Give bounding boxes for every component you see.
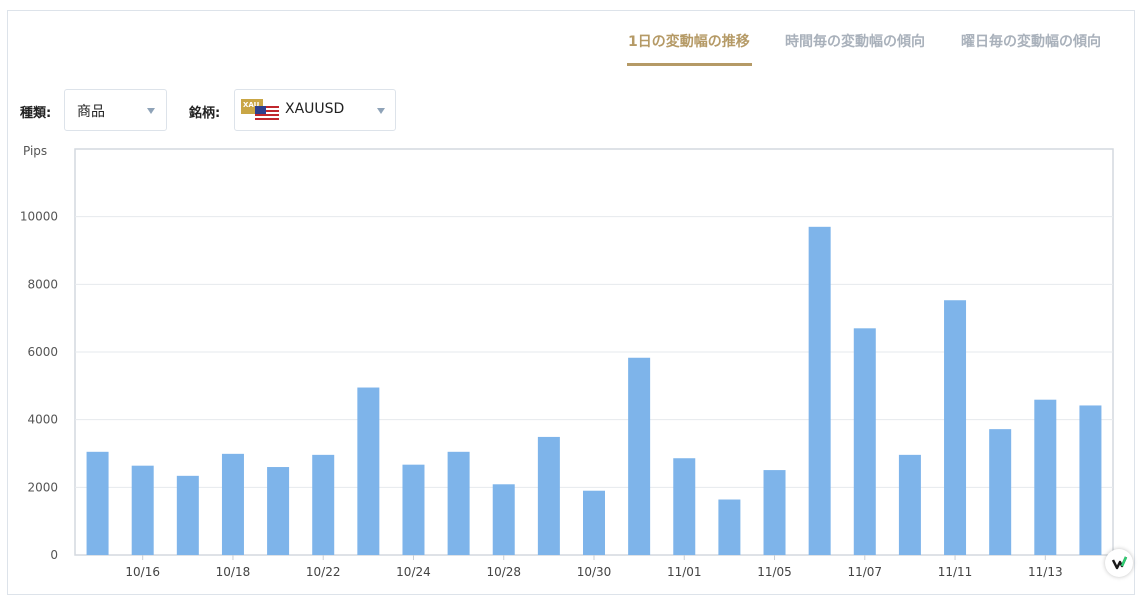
bar[interactable] xyxy=(853,328,876,555)
bar[interactable] xyxy=(131,465,154,555)
y-tick-label: 4000 xyxy=(27,413,58,427)
bar[interactable] xyxy=(537,436,560,555)
bar[interactable] xyxy=(989,429,1012,555)
bar[interactable] xyxy=(673,458,696,555)
x-tick-label: 11/11 xyxy=(938,565,973,579)
bar[interactable] xyxy=(944,300,967,555)
bar[interactable] xyxy=(583,490,605,555)
bar[interactable] xyxy=(808,226,831,556)
bar[interactable] xyxy=(763,470,786,555)
bar[interactable] xyxy=(492,484,515,555)
bar[interactable] xyxy=(267,467,290,555)
bar[interactable] xyxy=(176,475,199,555)
bar-chart: 0 2000 4000 6000 8000 10000 10/16 10/18 10/22 10/… xyxy=(20,148,1114,579)
bar[interactable] xyxy=(628,357,651,555)
y-tick-label: 0 xyxy=(50,548,58,562)
x-tick-label: 11/05 xyxy=(757,565,792,579)
bar[interactable] xyxy=(402,464,425,555)
x-tick-label: 11/13 xyxy=(1028,565,1063,579)
bar[interactable] xyxy=(447,451,470,555)
bar[interactable] xyxy=(1079,405,1102,555)
tradingview-logo[interactable] xyxy=(1105,549,1133,577)
x-tick-label: 11/01 xyxy=(667,565,702,579)
bar[interactable] xyxy=(312,454,335,555)
y-tick-label: 8000 xyxy=(27,277,58,291)
x-tick-label: 10/24 xyxy=(396,565,431,579)
bar[interactable] xyxy=(718,499,741,555)
y-tick-label: 6000 xyxy=(27,345,58,359)
x-tick-label: 10/22 xyxy=(306,565,341,579)
bar[interactable] xyxy=(898,454,921,555)
tradingview-icon xyxy=(1111,556,1128,570)
x-tick-label: 10/30 xyxy=(577,565,612,579)
bar[interactable] xyxy=(1034,399,1057,555)
x-tick-label: 10/16 xyxy=(125,565,160,579)
x-tick-label: 11/07 xyxy=(847,565,882,579)
bar[interactable] xyxy=(357,387,380,555)
bar[interactable] xyxy=(221,453,244,555)
bar[interactable] xyxy=(86,451,109,555)
x-tick-label: 10/28 xyxy=(486,565,521,579)
y-tick-label: 10000 xyxy=(20,210,58,224)
y-tick-label: 2000 xyxy=(27,480,58,494)
x-tick-label: 10/18 xyxy=(216,565,251,579)
